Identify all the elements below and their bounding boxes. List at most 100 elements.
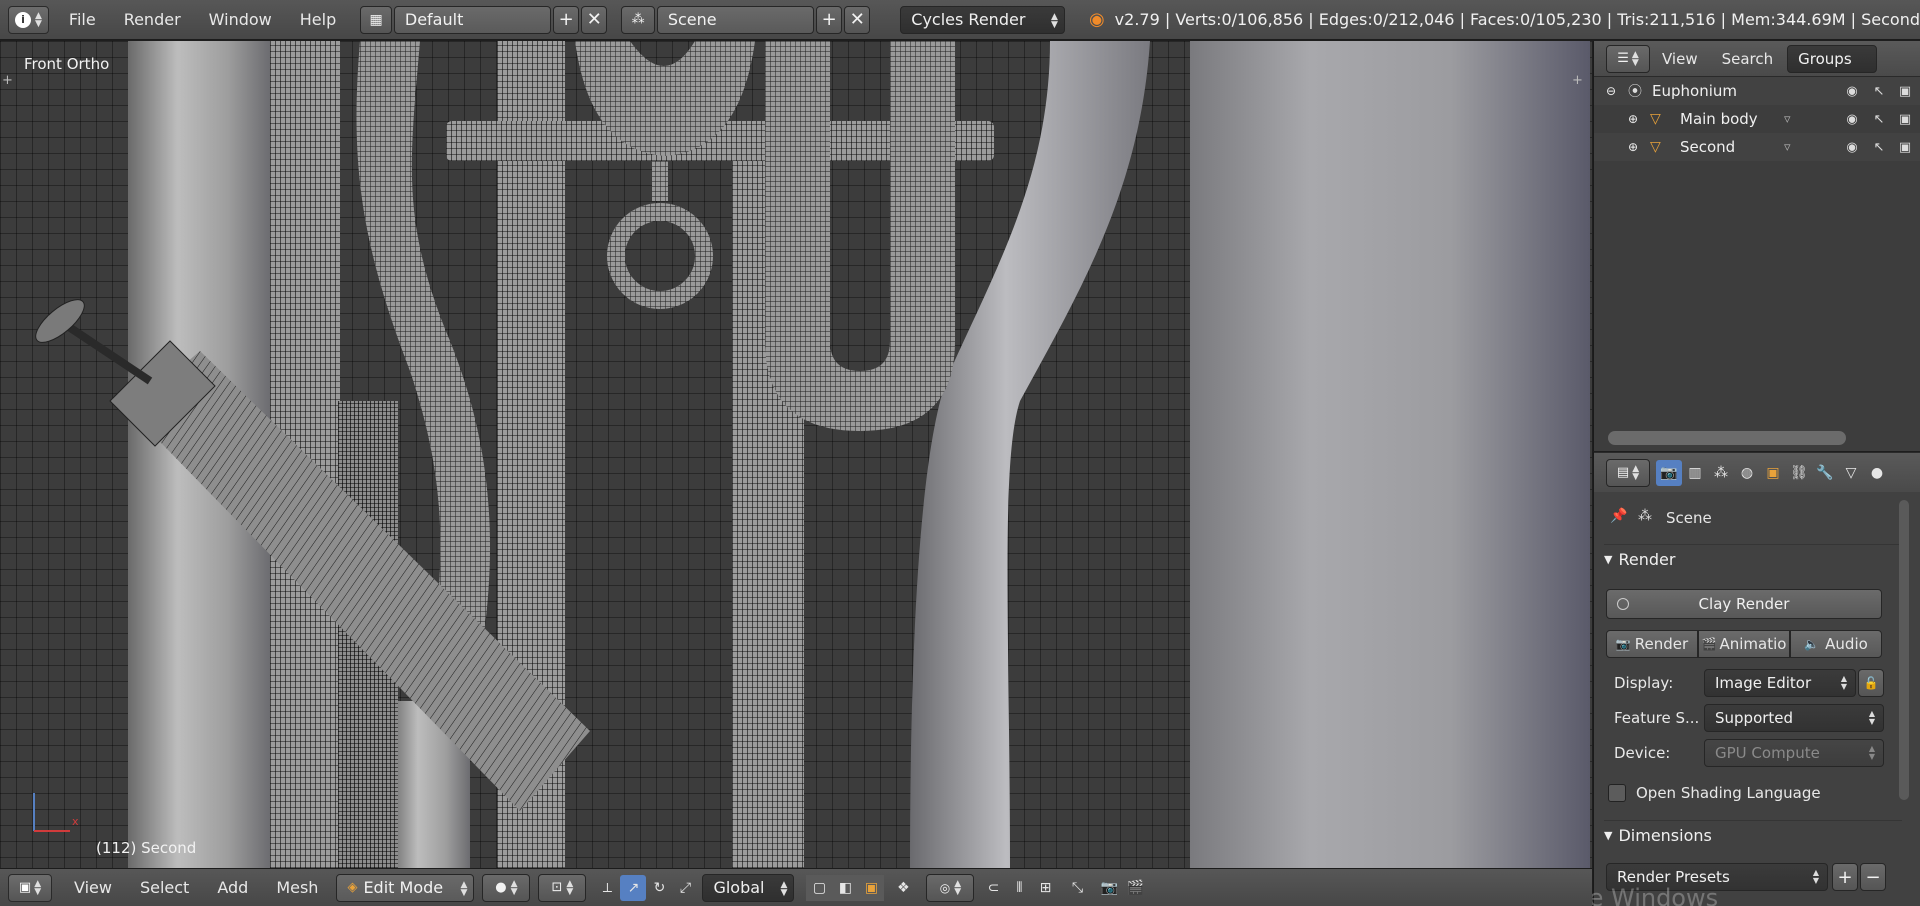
scene-field[interactable]: Scene: [656, 5, 815, 34]
lock-interface-button[interactable]: 🔓: [1858, 669, 1884, 697]
device-select[interactable]: GPU Compute ▲ ▼: [1704, 739, 1884, 767]
corner-plus-left[interactable]: +: [2, 73, 13, 88]
remove-scene-button[interactable]: ✕: [844, 5, 871, 34]
mesh-data-icon: ▿: [1784, 139, 1791, 155]
proportional-edit-button[interactable]: ◎ ▲ ▼: [926, 873, 975, 902]
screen-layout-field[interactable]: Default: [393, 5, 552, 34]
render-engine-select[interactable]: Cycles Render ▲ ▼: [900, 5, 1065, 34]
render-tab-icon[interactable]: 📷: [1656, 459, 1682, 486]
snap-magnet-icon[interactable]: ⊂: [980, 875, 1006, 901]
diagonal-valve-mesh: [35, 299, 590, 811]
add-layout-button[interactable]: +: [553, 5, 580, 34]
remove-layout-button[interactable]: ✕: [581, 5, 608, 34]
scene-tab-icon[interactable]: ⁂: [1708, 460, 1734, 486]
modifiers-tab-icon[interactable]: 🔧: [1812, 460, 1838, 486]
expand-icon[interactable]: ⊕: [1628, 140, 1638, 154]
outliner-editor-button[interactable]: ☰ ▲ ▼: [1606, 44, 1650, 73]
editor-type-button[interactable]: i ▲ ▼: [8, 5, 49, 34]
outliner-menu-view[interactable]: View: [1650, 39, 1710, 79]
menu-window[interactable]: Window: [195, 0, 286, 40]
expand-icon[interactable]: ⊕: [1628, 112, 1638, 126]
display-label: Display:: [1614, 674, 1674, 692]
snap-element-icon[interactable]: ⫴: [1006, 875, 1032, 901]
constraints-tab-icon[interactable]: ⛓: [1786, 460, 1812, 486]
screen-layout-button[interactable]: ▦: [360, 5, 392, 34]
edge-select-icon[interactable]: ◧: [832, 874, 859, 901]
collapse-icon[interactable]: ⊖: [1606, 84, 1616, 98]
mode-select[interactable]: ◈ Edit Mode ▲ ▼: [336, 873, 475, 902]
overlay-toggle-icon[interactable]: ⤡: [1064, 875, 1090, 901]
opengl-render-image-icon[interactable]: 📷: [1096, 875, 1122, 901]
scene-stats: v2.79 | Verts:0/106,856 | Edges:0/212,04…: [1114, 10, 1920, 29]
plus-icon: +: [1837, 866, 1853, 888]
add-menu[interactable]: Add: [203, 868, 262, 906]
properties-editor-button[interactable]: ▤ ▲ ▼: [1606, 458, 1650, 487]
vertex-select-icon[interactable]: ▢: [806, 874, 833, 901]
osl-checkbox[interactable]: [1608, 784, 1626, 802]
plus-icon: +: [821, 9, 837, 30]
scale-manipulator-icon[interactable]: ⤢: [672, 875, 698, 901]
triangle-down-icon: ▼: [1604, 553, 1613, 566]
render-panel-header[interactable]: ▼ Render: [1604, 544, 1902, 574]
render-camera-icon[interactable]: ▣: [1896, 138, 1914, 156]
select-cursor-icon[interactable]: ↖: [1870, 110, 1888, 128]
display-select[interactable]: Image Editor ▲ ▼: [1704, 669, 1856, 697]
face-select-icon[interactable]: ▣: [858, 874, 885, 901]
mesh-object-icon: ▽: [1650, 139, 1661, 155]
properties-scrollbar[interactable]: [1899, 500, 1909, 800]
outliner-row-euphonium[interactable]: ⊖ ⦿ Euphonium ◉ ↖ ▣: [1594, 77, 1920, 105]
outliner-menu-search[interactable]: Search: [1710, 39, 1786, 79]
outliner-display-mode[interactable]: Groups: [1787, 44, 1878, 73]
visibility-eye-icon[interactable]: ◉: [1843, 110, 1861, 128]
select-menu[interactable]: Select: [126, 868, 203, 906]
rotate-manipulator-icon[interactable]: ↻: [646, 875, 672, 901]
camera-icon: 📷: [1615, 637, 1631, 651]
outliner-row-main-body[interactable]: ⊕ ▽ Main body ▿ ◉ ↖ ▣: [1594, 105, 1920, 133]
select-cursor-icon[interactable]: ↖: [1870, 138, 1888, 156]
pivot-point-button[interactable]: ⊡ ▲ ▼: [538, 873, 587, 902]
outliner-row-label: Euphonium: [1652, 82, 1737, 100]
visibility-eye-icon[interactable]: ◉: [1843, 138, 1861, 156]
menu-help[interactable]: Help: [286, 0, 350, 40]
updown-icon: ▲ ▼: [780, 879, 788, 898]
snap-target-icon[interactable]: ⊞: [1032, 875, 1058, 901]
outliner-row-second[interactable]: ⊕ ▽ Second ▿ ◉ ↖ ▣: [1594, 133, 1920, 161]
scene-browse-button[interactable]: ⁂: [621, 5, 655, 34]
world-tab-icon[interactable]: ◍: [1734, 460, 1760, 486]
mesh-menu[interactable]: Mesh: [262, 868, 332, 906]
view-menu[interactable]: View: [60, 868, 126, 906]
translate-manipulator-icon[interactable]: ↗: [620, 874, 647, 901]
occlude-geometry-icon[interactable]: ❖: [890, 875, 916, 901]
render-audio-button[interactable]: 🔈 Audio: [1790, 630, 1882, 658]
object-tab-icon[interactable]: ▣: [1760, 460, 1786, 486]
select-cursor-icon[interactable]: ↖: [1870, 82, 1888, 100]
visibility-eye-icon[interactable]: ◉: [1843, 82, 1861, 100]
feature-set-select[interactable]: Supported ▲ ▼: [1704, 704, 1884, 732]
speaker-icon: 🔈: [1804, 637, 1820, 651]
manipulator-toggle-icon[interactable]: ⟂: [594, 875, 620, 901]
render-image-button[interactable]: 📷 Render: [1606, 630, 1698, 658]
pin-icon[interactable]: 📌: [1610, 508, 1627, 524]
transform-orientation-select[interactable]: Global ▲ ▼: [702, 873, 795, 902]
3d-editor-type-button[interactable]: ▣ ▲ ▼: [8, 873, 52, 902]
render-animation-button[interactable]: 🎬 Animatio: [1698, 630, 1790, 658]
material-tab-icon[interactable]: ●: [1864, 460, 1890, 486]
data-tab-icon[interactable]: ▽: [1838, 460, 1864, 486]
3d-viewport[interactable]: x Front Ortho (112) Second + +: [0, 41, 1592, 868]
opengl-render-animation-icon[interactable]: 🎬: [1122, 875, 1148, 901]
add-preset-button[interactable]: +: [1832, 863, 1858, 891]
render-camera-icon[interactable]: ▣: [1896, 110, 1914, 128]
corner-plus-right[interactable]: +: [1572, 73, 1583, 88]
dimensions-panel-header[interactable]: ▼ Dimensions: [1604, 820, 1902, 850]
add-scene-button[interactable]: +: [816, 5, 843, 34]
remove-preset-button[interactable]: −: [1860, 863, 1886, 891]
menu-file[interactable]: File: [55, 0, 110, 40]
info-header: i ▲ ▼ File Render Window Help ▦ Default +…: [0, 0, 1920, 40]
outliner-row-label: Second: [1680, 138, 1736, 156]
clay-render-button[interactable]: Clay Render: [1606, 589, 1882, 619]
layers-tab-icon[interactable]: ▥: [1682, 460, 1708, 486]
render-camera-icon[interactable]: ▣: [1896, 82, 1914, 100]
viewport-shading-button[interactable]: ● ▲ ▼: [482, 873, 531, 902]
menu-render[interactable]: Render: [110, 0, 195, 40]
outliner-scrollbar[interactable]: [1608, 431, 1846, 445]
